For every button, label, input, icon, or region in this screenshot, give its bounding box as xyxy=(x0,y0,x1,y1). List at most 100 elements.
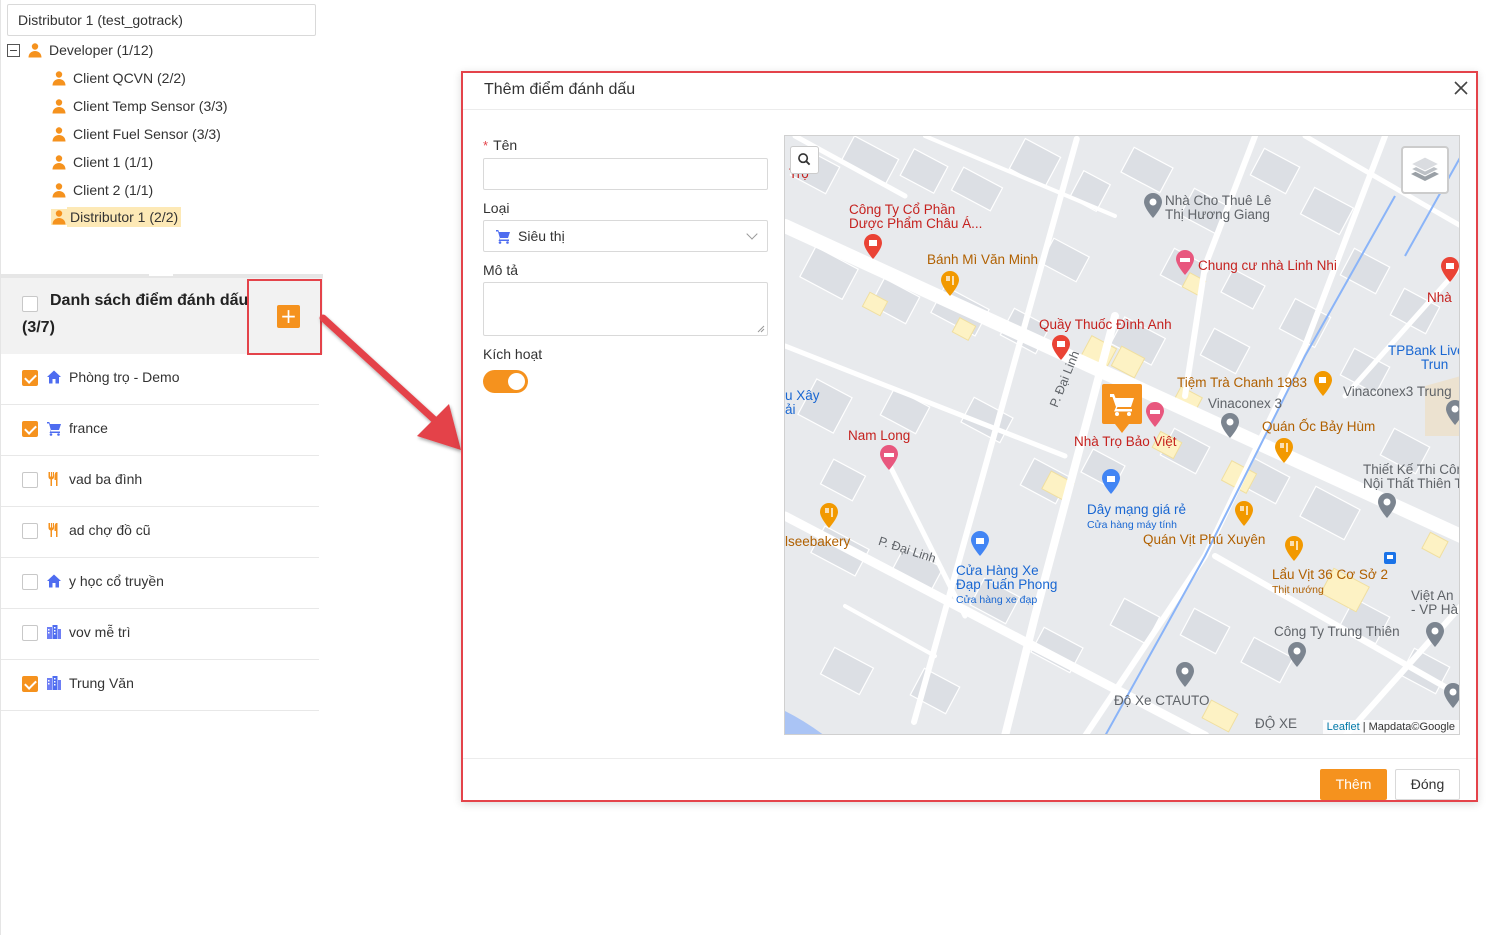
item-checkbox[interactable] xyxy=(22,472,38,488)
tree-node-client[interactable]: Client 2 (1/1) xyxy=(51,178,153,202)
tree-label: Client 1 (1/1) xyxy=(73,154,154,170)
list-item[interactable]: Phòng trọ - Demo xyxy=(1,354,319,405)
list-item[interactable]: ad chợ đồ cũ xyxy=(1,507,319,558)
map-layers-button[interactable] xyxy=(1401,146,1449,194)
item-label: Trung Văn xyxy=(69,675,134,691)
description-textarea[interactable] xyxy=(483,282,768,336)
poi-label: Dây mạng giá rẻ Cửa hàng máy tính xyxy=(1087,502,1187,531)
lodging-pin-icon xyxy=(880,445,898,470)
place-pin-icon xyxy=(1426,622,1444,647)
poi-label: Vinaconex 3 xyxy=(1208,396,1283,411)
tree-label: Client 2 (1/1) xyxy=(73,182,154,198)
select-all-checkbox[interactable] xyxy=(22,296,38,312)
list-item[interactable]: vad ba đình xyxy=(1,456,319,507)
tree-node-distributor-selected[interactable]: Distributor 1 (2/2) xyxy=(51,205,182,229)
name-label-text: Tên xyxy=(493,137,518,153)
list-item[interactable]: france xyxy=(1,405,319,456)
poi-label: Nam Long xyxy=(848,428,911,443)
poi-label: Nhà Cho Thuê Lê Thị Hương Giang xyxy=(1165,193,1272,222)
tree-node-client[interactable]: Client QCVN (2/2) xyxy=(51,66,186,90)
map-view[interactable]: Công Ty Cổ Phần Dược Phẩm Châu Á... Nhà C… xyxy=(784,135,1460,735)
close-button[interactable]: Đóng xyxy=(1395,769,1460,800)
item-label: vad ba đình xyxy=(69,471,143,487)
list-item[interactable]: y học cổ truyền xyxy=(1,558,319,609)
tree-node-client[interactable]: Client Fuel Sensor (3/3) xyxy=(51,122,221,146)
type-select-value: Siêu thị xyxy=(518,228,565,244)
distributor-select[interactable]: Distributor 1 (test_gotrack) xyxy=(7,4,316,36)
place-pin-icon xyxy=(1176,662,1194,687)
place-pin-icon xyxy=(1446,400,1459,425)
cart-icon xyxy=(496,230,510,244)
lodging-pin-icon xyxy=(1146,402,1164,427)
marker-list-title: Danh sách điểm đánh dấu xyxy=(50,292,249,309)
type-select[interactable]: Siêu thị xyxy=(483,220,768,252)
submit-button[interactable]: Thêm xyxy=(1320,769,1387,800)
add-marker-dialog: Thêm điểm đánh dấu * Tên Loại Siêu thị Mô… xyxy=(461,71,1478,802)
item-checkbox[interactable] xyxy=(22,370,38,386)
splitter-grip[interactable] xyxy=(149,274,173,276)
poi-label: u Xây ải xyxy=(785,388,820,417)
poi-label: TPBank Live Trun xyxy=(1388,343,1460,372)
selected-marker-cart-icon[interactable] xyxy=(1101,383,1143,435)
place-pin-icon xyxy=(1288,642,1306,667)
poi-label: Chung cư nhà Linh Nhi xyxy=(1198,258,1337,273)
poi-label: lseebakery xyxy=(785,534,851,549)
marker-list-count: (3/7) xyxy=(22,319,55,336)
restaurant-pin-icon xyxy=(820,503,838,528)
place-pin-icon xyxy=(1144,193,1162,218)
layers-icon xyxy=(1409,156,1441,181)
tree-node-developer[interactable]: − Developer (1/12) xyxy=(7,38,153,62)
item-checkbox[interactable] xyxy=(22,421,38,437)
restaurant-pin-icon xyxy=(941,271,959,296)
restaurant-pin-icon xyxy=(1285,536,1303,561)
map-search-button[interactable] xyxy=(790,146,819,174)
collapse-toggle-icon[interactable]: − xyxy=(7,43,20,57)
poi-label: Tiệm Trà Chanh 1983 xyxy=(1177,375,1308,390)
poi-label: Công Ty Trung Thiên xyxy=(1274,624,1400,639)
active-toggle[interactable] xyxy=(483,370,528,393)
tree-node-client[interactable]: Client Temp Sensor (3/3) xyxy=(51,94,228,118)
poi-label: ĐỘ XE xyxy=(1255,716,1298,731)
toggle-knob xyxy=(508,373,525,390)
item-checkbox[interactable] xyxy=(22,625,38,641)
dialog-header-divider xyxy=(463,109,1476,110)
poi-label: Việt An - VP Hà xyxy=(1411,588,1459,617)
tree-label: Developer (1/12) xyxy=(49,42,154,58)
user-icon xyxy=(52,155,66,170)
leaflet-link[interactable]: Leaflet xyxy=(1327,721,1360,733)
poi-label: Cửa Hàng Xe Đạp Tuấn Phong Cửa hàng xe đạp xyxy=(956,563,1058,606)
name-input[interactable] xyxy=(483,158,768,190)
list-item[interactable]: Trung Văn xyxy=(1,660,319,711)
building-icon xyxy=(47,676,61,690)
restaurant-pin-icon xyxy=(1235,501,1253,526)
lodging-pin-icon xyxy=(1176,250,1194,275)
dialog-title: Thêm điểm đánh dấu xyxy=(484,81,636,98)
item-label: vov mễ trì xyxy=(69,624,131,640)
user-icon xyxy=(52,183,66,198)
home-icon xyxy=(47,574,61,588)
tree-label: Client QCVN (2/2) xyxy=(73,70,186,86)
required-mark: * xyxy=(483,138,489,153)
item-checkbox[interactable] xyxy=(22,523,38,539)
item-checkbox[interactable] xyxy=(22,676,38,692)
poi-label: Bánh Mì Văn Minh xyxy=(927,252,1039,267)
shop-pin-icon xyxy=(971,531,989,556)
dialog-footer-divider xyxy=(463,758,1476,759)
restaurant-icon xyxy=(48,472,58,486)
description-field-label: Mô tả xyxy=(483,262,519,278)
chevron-down-icon xyxy=(746,228,758,240)
list-item[interactable]: vov mễ trì xyxy=(1,609,319,660)
poi-label: Nhà xyxy=(1427,290,1452,305)
user-icon xyxy=(52,71,66,86)
resize-grip-icon[interactable] xyxy=(757,325,765,333)
close-icon[interactable] xyxy=(1452,78,1470,98)
home-icon xyxy=(47,370,61,384)
tree-node-client[interactable]: Client 1 (1/1) xyxy=(51,150,153,174)
item-checkbox[interactable] xyxy=(22,574,38,590)
map-attribution: Leaflet | Mapdata©Google xyxy=(1322,720,1459,734)
item-label: Phòng trọ - Demo xyxy=(69,369,180,385)
place-pin-icon xyxy=(1444,683,1459,708)
add-marker-button[interactable]: + xyxy=(277,305,300,328)
tree-label: Client Temp Sensor (3/3) xyxy=(73,98,228,114)
active-field-label: Kích hoạt xyxy=(483,346,543,362)
